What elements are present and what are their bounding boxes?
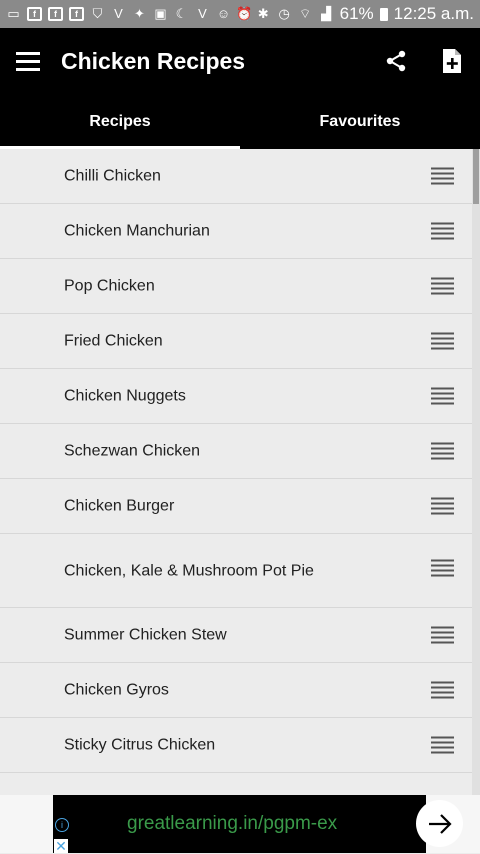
list-item[interactable]: Chicken Nuggets [0, 369, 472, 424]
list-item[interactable]: Sticky Citrus Chicken [0, 718, 472, 773]
add-document-icon[interactable] [441, 48, 463, 74]
smiley-icon: ☺ [216, 6, 231, 21]
v-icon: V [114, 6, 123, 21]
recipe-name: Summer Chicken Stew [64, 626, 227, 644]
alarm-icon: ⏰ [236, 6, 253, 21]
scrollbar-thumb[interactable] [473, 149, 479, 204]
clock: 12:25 a.m. [393, 4, 474, 23]
wifi-icon: ⌔ [299, 6, 312, 21]
drag-handle-icon[interactable] [431, 277, 454, 295]
recipe-name: Chicken Gyros [64, 681, 169, 699]
list-item[interactable]: Chicken Manchurian [0, 204, 472, 259]
list-item[interactable]: Summer Chicken Stew [0, 608, 472, 663]
ad-info-icon[interactable]: i [55, 818, 69, 832]
page-title: Chicken Recipes [61, 48, 246, 74]
list-item[interactable]: Chicken Burger [0, 479, 472, 534]
recipe-name: Chicken, Kale & Mushroom Pot Pie [64, 562, 314, 579]
drag-handle-icon[interactable] [431, 736, 454, 754]
recipe-name: Fried Chicken [64, 332, 163, 350]
battery-percent: 61% [339, 4, 374, 23]
drag-handle-icon[interactable] [431, 387, 454, 405]
shield-icon: ⛉ [92, 6, 103, 21]
tab-favourites[interactable]: Favourites [240, 94, 480, 149]
notification-icons: ▭ f f f ⛉ V ✦ ▣ ☾ V ☺ ⏰ [6, 6, 253, 21]
drag-handle-icon[interactable] [431, 626, 454, 644]
recipe-name: Chicken Nuggets [64, 387, 186, 405]
arrow-right-icon[interactable] [416, 800, 463, 847]
v-icon: V [198, 6, 207, 21]
recipe-name: Sticky Citrus Chicken [64, 736, 216, 754]
message-icon: ▭ [7, 6, 20, 21]
drag-handle-icon[interactable] [431, 222, 454, 240]
facebook-icon: f [27, 7, 42, 21]
bluetooth-icon: ✱ [257, 6, 269, 21]
list-item[interactable]: Chicken, Kale & Mushroom Pot Pie [0, 534, 472, 608]
battery-icon [379, 7, 388, 21]
ad-banner[interactable]: greatlearning.in/pgpm-ex i [0, 795, 480, 853]
recipe-name: Chicken Burger [64, 497, 175, 515]
app-bar: Chicken Recipes [0, 28, 480, 94]
list-item[interactable]: Fried Chicken [0, 314, 472, 369]
scrollbar-track[interactable] [472, 149, 480, 795]
drag-handle-icon[interactable] [431, 681, 454, 699]
list-item[interactable]: Pop Chicken [0, 259, 472, 314]
recipe-list: Chilli Chicken Chicken Manchurian Pop Ch… [0, 149, 472, 773]
drag-handle-icon[interactable] [431, 332, 454, 350]
tab-bar: Recipes Favourites [0, 94, 480, 149]
ad-content[interactable]: greatlearning.in/pgpm-ex [53, 795, 463, 853]
ad-close-icon[interactable]: ✕ [54, 839, 68, 853]
facebook-icon: f [69, 7, 84, 21]
list-item[interactable]: Schezwan Chicken [0, 424, 472, 479]
system-icons: ✱ ◷ ⌔ ▟ 61% 12:25 a.m. [256, 4, 474, 24]
moon-icon: ☾ [175, 6, 188, 21]
drag-handle-icon[interactable] [431, 167, 454, 185]
ad-url[interactable]: greatlearning.in/pgpm-ex [127, 813, 337, 835]
signal-icon: ▟ [321, 6, 332, 21]
gallery-icon: ▣ [154, 6, 167, 21]
tab-recipes[interactable]: Recipes [0, 94, 240, 149]
drag-handle-icon[interactable] [431, 497, 454, 515]
status-bar: ▭ f f f ⛉ V ✦ ▣ ☾ V ☺ ⏰ ✱ ◷ ⌔ ▟ 61% 12:2… [0, 0, 480, 28]
drag-handle-icon[interactable] [431, 559, 454, 577]
drag-handle-icon[interactable] [431, 442, 454, 460]
list-item[interactable]: Chilli Chicken [0, 149, 472, 204]
list-item[interactable]: Chicken Gyros [0, 663, 472, 718]
recipe-name: Chicken Manchurian [64, 222, 210, 240]
recipe-name: Pop Chicken [64, 277, 155, 295]
recipe-name: Schezwan Chicken [64, 442, 201, 460]
twitter-icon: ✦ [134, 6, 145, 21]
facebook-icon: f [48, 7, 63, 21]
menu-icon[interactable] [16, 52, 40, 71]
recipe-name: Chilli Chicken [64, 167, 161, 185]
share-icon[interactable] [385, 50, 407, 72]
alarm-icon: ◷ [278, 6, 290, 21]
